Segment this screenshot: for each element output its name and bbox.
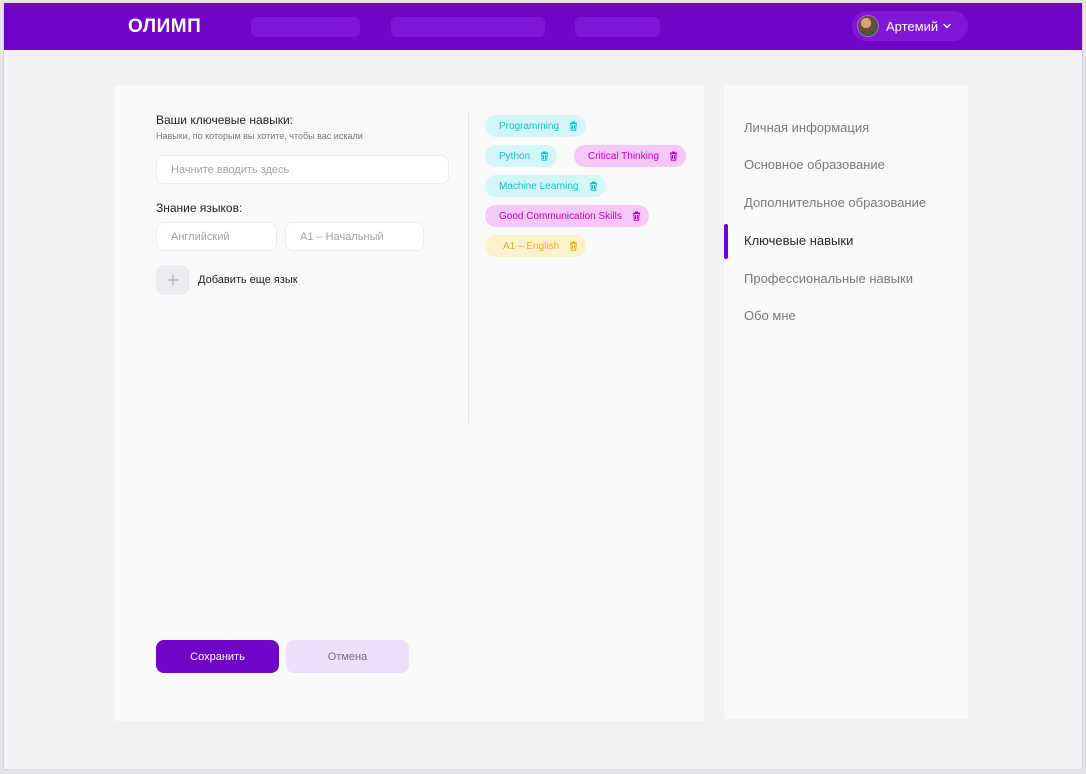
skill-tag: Critical Thinking <box>574 145 686 167</box>
add-language-button[interactable] <box>156 265 189 295</box>
plus-icon <box>166 274 179 286</box>
app-window: ОЛИМП Артемий Ваши ключевые навыки: Навы… <box>3 2 1083 770</box>
menu-item-additional-education[interactable]: Дополнительное образование <box>744 195 926 210</box>
skills-input[interactable]: Начните вводить здесь <box>156 155 449 184</box>
skills-subtitle: Навыки, по которым вы хотите, чтобы вас … <box>156 131 363 141</box>
skill-tag-label: Critical Thinking <box>588 150 659 162</box>
profile-sections-menu: Личная информация Основное образование Д… <box>724 85 968 719</box>
menu-item-key-skills[interactable]: Ключевые навыки <box>744 233 853 248</box>
language-select-placeholder: Английский <box>171 230 230 243</box>
level-select[interactable]: A1 – Начальный <box>285 222 424 251</box>
logo[interactable]: ОЛИМП <box>128 16 201 38</box>
trash-icon[interactable] <box>569 241 578 251</box>
add-language-row[interactable]: Добавить еще язык <box>156 265 298 295</box>
menu-item-about-me[interactable]: Обо мне <box>744 308 796 323</box>
menu-item-personal-info[interactable]: Личная информация <box>744 120 869 135</box>
avatar <box>857 15 879 37</box>
languages-title: Знание языков: <box>156 201 243 215</box>
active-indicator <box>724 224 728 259</box>
skill-tag-label: Machine Learning <box>499 180 579 192</box>
skill-tag: Python <box>485 145 558 167</box>
trash-icon[interactable] <box>669 151 678 161</box>
trash-icon[interactable] <box>540 151 549 161</box>
skill-tag: Programming <box>485 115 587 137</box>
skills-input-placeholder: Начните вводить здесь <box>171 163 290 176</box>
skills-title: Ваши ключевые навыки: <box>156 113 293 127</box>
skill-tag: Good Communication Skills <box>485 205 649 227</box>
save-button[interactable]: Сохранить <box>156 640 279 673</box>
skill-tag-label: Good Communication Skills <box>499 210 622 222</box>
skill-tag-label: Programming <box>499 120 560 132</box>
add-language-label: Добавить еще язык <box>198 274 298 286</box>
trash-icon[interactable] <box>589 181 598 191</box>
user-name: Артемий <box>886 18 939 34</box>
top-bar: ОЛИМП Артемий <box>4 3 1082 50</box>
trash-icon[interactable] <box>632 211 641 221</box>
nav-placeholder-2[interactable] <box>391 17 545 37</box>
nav-placeholder-1[interactable] <box>251 17 360 37</box>
cancel-button[interactable]: Отмена <box>286 640 409 673</box>
chevron-down-icon <box>943 23 951 29</box>
skills-card: Ваши ключевые навыки: Навыки, по которым… <box>114 85 704 721</box>
trash-icon[interactable] <box>569 121 578 131</box>
level-select-placeholder: A1 – Начальный <box>300 230 384 243</box>
language-tag: A1 – English <box>485 235 587 257</box>
nav-placeholder-3[interactable] <box>575 17 660 37</box>
skill-tag: Machine Learning <box>485 175 606 197</box>
menu-item-professional-skills[interactable]: Профессиональные навыки <box>744 271 913 286</box>
divider <box>468 113 469 423</box>
language-tag-label: A1 – English <box>503 240 560 252</box>
user-menu-button[interactable]: Артемий <box>852 11 968 41</box>
skill-tag-label: Python <box>499 150 531 162</box>
language-select[interactable]: Английский <box>156 222 277 251</box>
menu-item-main-education[interactable]: Основное образование <box>744 157 885 172</box>
